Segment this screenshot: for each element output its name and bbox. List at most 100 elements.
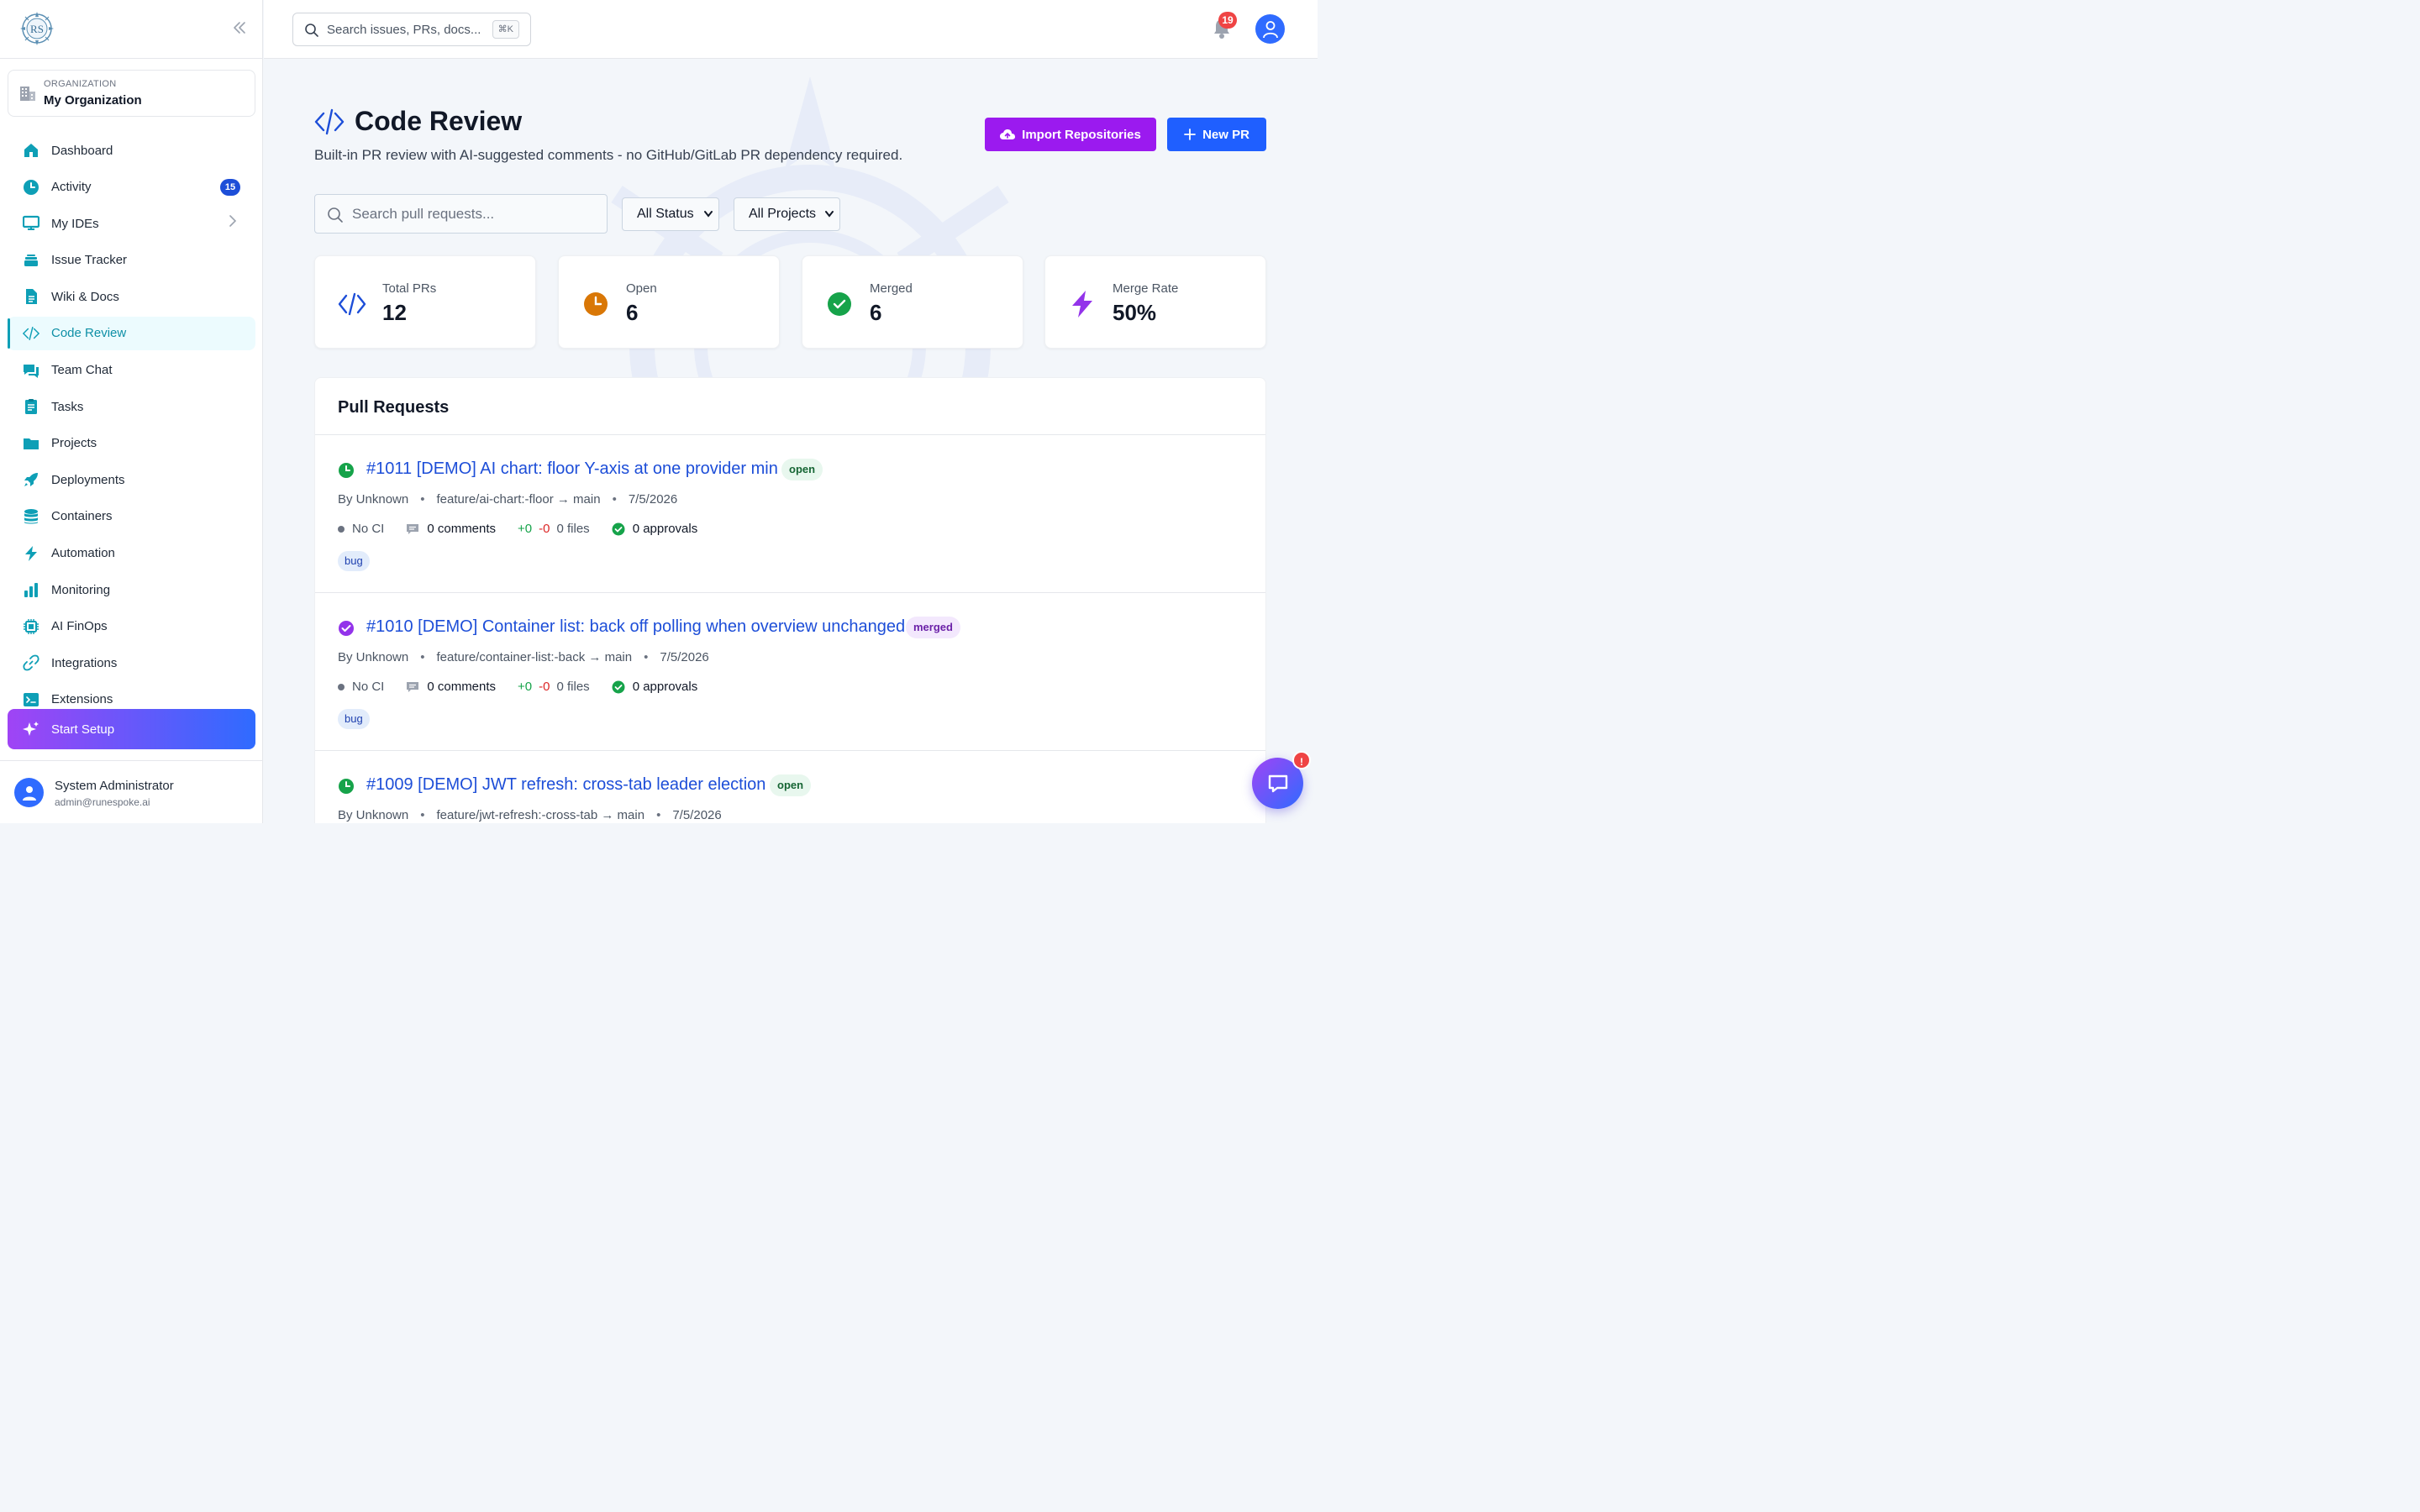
pr-list-item[interactable]: #1009 [DEMO] JWT refresh: cross-tab lead…: [315, 751, 1265, 823]
terminal-icon: [23, 691, 39, 708]
stat-value: 12: [382, 300, 407, 325]
sidebar-item-label: AI FinOps: [51, 619, 108, 634]
bar-chart-icon: [23, 581, 39, 598]
new-pr-button[interactable]: New PR: [1167, 118, 1266, 151]
logo-text: RS: [30, 23, 44, 35]
comment-icon: [407, 523, 419, 534]
main-content: RUNESPOKE.AI Code Review Built-in PR rev…: [264, 60, 1318, 823]
stat-label: Total PRs: [382, 281, 437, 296]
sidebar-item-label: Deployments: [51, 472, 125, 487]
user-icon: [1262, 20, 1278, 38]
sidebar-item-automation[interactable]: Automation: [8, 537, 255, 570]
ci-status-dot: [338, 683, 345, 690]
sparkles-icon: [23, 721, 39, 738]
pr-meta: By Unknown • feature/ai-chart:-floor → mai…: [338, 492, 677, 507]
sidebar-item-team-chat[interactable]: Team Chat: [8, 354, 255, 387]
sidebar-item-label: Extensions: [51, 692, 113, 707]
global-search[interactable]: ⌘K: [292, 13, 531, 46]
start-setup-button[interactable]: Start Setup: [8, 709, 255, 749]
start-setup-label: Start Setup: [51, 722, 115, 737]
pr-search[interactable]: [314, 194, 608, 234]
pr-date: 7/5/2026: [672, 808, 722, 822]
stat-card-merge-rate: Merge Rate 50%: [1044, 255, 1266, 349]
sidebar-item-tasks[interactable]: Tasks: [8, 390, 255, 423]
chat-icon: [23, 362, 39, 379]
organization-name: My Organization: [44, 93, 142, 108]
runespoke-logo[interactable]: RS: [18, 10, 55, 49]
pr-date: 7/5/2026: [628, 492, 678, 507]
sidebar-item-ai-finops[interactable]: AI FinOps: [8, 610, 255, 643]
sidebar-item-label: Wiki & Docs: [51, 289, 119, 304]
sidebar-item-label: Monitoring: [51, 582, 111, 597]
page-title: Code Review: [355, 106, 523, 136]
pr-label-tag[interactable]: bug: [338, 551, 370, 571]
sidebar-item-label: Automation: [51, 546, 115, 561]
sidebar-item-projects[interactable]: Projects: [8, 427, 255, 460]
pr-state-badge: merged: [906, 617, 960, 638]
pr-additions: +0: [518, 522, 533, 536]
sidebar-item-wiki-docs[interactable]: Wiki & Docs: [8, 280, 255, 313]
pr-title-link[interactable]: #1010 [DEMO] Container list: back off po…: [366, 617, 905, 637]
bolt-icon: [23, 545, 39, 562]
sidebar-item-label: My IDEs: [51, 216, 99, 231]
project-filter-select[interactable]: All Projects: [734, 197, 840, 231]
sidebar-item-activity[interactable]: Activity 15: [8, 171, 255, 204]
sidebar-item-code-review[interactable]: Code Review: [8, 316, 255, 350]
sidebar-item-label: Activity: [51, 180, 92, 195]
pr-meta: By Unknown • feature/jwt-refresh:-cross-ta…: [338, 808, 722, 822]
logo-row: RS: [0, 0, 262, 59]
pr-comments: 0 comments: [427, 522, 497, 536]
sidebar-item-dashboard[interactable]: Dashboard: [8, 134, 255, 167]
organization-switcher[interactable]: ORGANIZATION My Organization: [8, 70, 255, 117]
cloud-upload-icon: [1000, 129, 1016, 139]
sidebar-item-integrations[interactable]: Integrations: [8, 646, 255, 680]
page-subtitle: Built-in PR review with AI-suggested com…: [314, 147, 903, 163]
status-filter-select[interactable]: All Status: [622, 197, 719, 231]
collapse-sidebar-button[interactable]: [230, 20, 249, 39]
sidebar-item-monitoring[interactable]: Monitoring: [8, 573, 255, 606]
search-icon: [328, 207, 343, 223]
pr-state-badge: open: [781, 459, 823, 480]
pr-stats: No CI 0 comments +0 -0 0 files 0 approvals: [338, 680, 697, 694]
pr-branch: feature/container-list:-back → main: [436, 650, 633, 664]
chip-icon: [23, 618, 39, 635]
sidebar-item-issue-tracker[interactable]: Issue Tracker: [8, 244, 255, 277]
user-menu-avatar[interactable]: [1255, 14, 1285, 44]
pr-title-link[interactable]: #1011 [DEMO] AI chart: floor Y-axis at o…: [366, 459, 778, 479]
separator-dot: •: [612, 492, 617, 507]
sidebar-item-containers[interactable]: Containers: [8, 500, 255, 533]
separator-dot: •: [420, 492, 425, 507]
sidebar-item-deployments[interactable]: Deployments: [8, 463, 255, 496]
tasks-icon: [23, 398, 39, 415]
pr-date: 7/5/2026: [660, 650, 709, 664]
user-profile[interactable]: System Administrator admin@runespoke.ai: [0, 760, 263, 823]
stat-value: 6: [626, 300, 639, 325]
search-icon: [305, 24, 318, 37]
pr-label-tag[interactable]: bug: [338, 709, 370, 729]
comment-icon: [407, 681, 419, 692]
pr-state-badge: open: [770, 774, 812, 796]
pr-deletions: -0: [539, 522, 550, 536]
sidebar-nav: Dashboard Activity 15 My IDEs Issue Trac…: [8, 134, 255, 720]
pr-files: 0 files: [556, 680, 590, 694]
topbar: ⌘K 19: [264, 0, 1318, 59]
sidebar-item-label: Projects: [51, 436, 97, 451]
pr-stats: No CI 0 comments +0 -0 0 files 0 approvals: [338, 522, 697, 536]
folder-icon: [23, 435, 39, 452]
sidebar-item-my-ides[interactable]: My IDEs: [8, 207, 255, 240]
stat-card-open: Open 6: [558, 255, 780, 349]
open-status-icon: [339, 779, 354, 794]
pr-list-item[interactable]: #1011 [DEMO] AI chart: floor Y-axis at o…: [315, 435, 1265, 593]
pr-search-input[interactable]: [352, 206, 596, 223]
pr-title-link[interactable]: #1009 [DEMO] JWT refresh: cross-tab lead…: [366, 775, 765, 795]
stat-card-total-prs: Total PRs 12: [314, 255, 536, 349]
check-circle-icon: [612, 522, 625, 535]
pr-comments: 0 comments: [427, 680, 497, 694]
import-repositories-button[interactable]: Import Repositories: [985, 118, 1156, 151]
stat-label: Merge Rate: [1113, 281, 1179, 296]
check-circle-icon: [612, 680, 625, 693]
chat-bubble-icon: [1268, 774, 1287, 792]
pr-list-item[interactable]: #1010 [DEMO] Container list: back off po…: [315, 593, 1265, 751]
global-search-input[interactable]: [327, 21, 491, 38]
activity-count-badge: 15: [220, 178, 240, 196]
